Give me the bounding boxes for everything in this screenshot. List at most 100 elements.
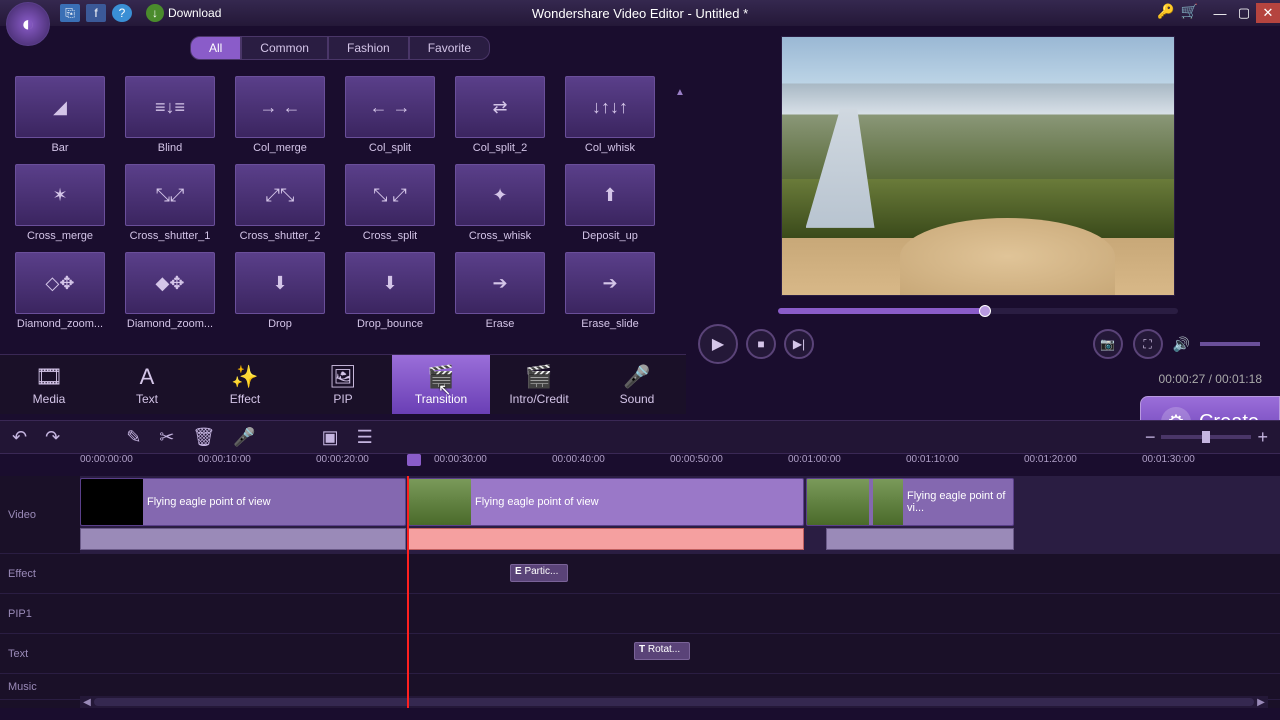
module-tab-media[interactable]: 🎞Media bbox=[0, 355, 98, 414]
transition-diamond-zoom-[interactable]: ◇✥Diamond_zoom... bbox=[10, 252, 110, 330]
track-effect-content[interactable]: E Partic... bbox=[80, 554, 1280, 593]
volume-slider[interactable] bbox=[1200, 342, 1260, 346]
clip-2-label: Flying eagle point of view bbox=[475, 496, 599, 508]
transition-label: Col_whisk bbox=[585, 142, 635, 154]
download-button[interactable]: ↓ Download bbox=[146, 4, 221, 22]
ruler-mark: 00:01:20:00 bbox=[1024, 454, 1142, 472]
undo-button[interactable]: ↶ bbox=[12, 427, 27, 448]
tab-fashion[interactable]: Fashion bbox=[328, 36, 409, 60]
zoom-slider[interactable] bbox=[1161, 435, 1251, 439]
transition-erase-slide[interactable]: ➔Erase_slide bbox=[560, 252, 660, 330]
play-button[interactable]: ▶ bbox=[698, 324, 738, 364]
transition-diamond-zoom-[interactable]: ◆✥Diamond_zoom... bbox=[120, 252, 220, 330]
transition-cross-split[interactable]: ⤡ ⤢Cross_split bbox=[340, 164, 440, 242]
transition-col-split-2[interactable]: ⇄Col_split_2 bbox=[450, 76, 550, 154]
audio-clip-2[interactable] bbox=[408, 528, 804, 550]
tab-common[interactable]: Common bbox=[241, 36, 328, 60]
video-clip-2[interactable]: Flying eagle point of view bbox=[408, 478, 804, 526]
window-title: Wondershare Video Editor - Untitled * bbox=[532, 6, 748, 21]
cut-button[interactable]: ✂ bbox=[159, 427, 174, 448]
snapshot-button[interactable]: 📷 bbox=[1093, 329, 1123, 359]
key-icon[interactable]: 🔑 bbox=[1157, 3, 1174, 23]
playhead-line[interactable] bbox=[407, 476, 409, 708]
help-icon[interactable]: ? bbox=[112, 4, 132, 22]
transition-bar[interactable]: ◢Bar bbox=[10, 76, 110, 154]
track-pip-content[interactable] bbox=[80, 594, 1280, 633]
transition-col-split[interactable]: ← →Col_split bbox=[340, 76, 440, 154]
transition-label: Erase bbox=[486, 318, 515, 330]
transition-col-merge[interactable]: → ←Col_merge bbox=[230, 76, 330, 154]
zoom-control: − + bbox=[1145, 427, 1268, 448]
close-button[interactable]: ✕ bbox=[1256, 3, 1280, 23]
step-forward-button[interactable]: ▶| bbox=[784, 329, 814, 359]
track-effect: Effect E Partic... bbox=[0, 554, 1280, 594]
module-tab-sound[interactable]: 🎤Sound bbox=[588, 355, 686, 414]
preview-controls: ▶ ■ ▶| 📷 ⛶ 🔊 bbox=[688, 324, 1268, 364]
clip-3-label: Flying eagle point of vi... bbox=[907, 490, 1013, 514]
track-video-content[interactable]: Flying eagle point of view Flying eagle … bbox=[80, 476, 1280, 553]
playhead-marker[interactable] bbox=[407, 454, 421, 466]
download-label: Download bbox=[168, 6, 221, 20]
edit-button[interactable]: ✎ bbox=[126, 427, 141, 448]
preview-progress[interactable] bbox=[778, 308, 1178, 314]
transition-label: Erase_slide bbox=[581, 318, 638, 330]
zoom-in-button[interactable]: + bbox=[1257, 427, 1268, 448]
transition-thumb: ↓↑↓↑ bbox=[565, 76, 655, 138]
transition-cross-whisk[interactable]: ✦Cross_whisk bbox=[450, 164, 550, 242]
scroll-right-icon[interactable]: ▶ bbox=[1254, 697, 1268, 708]
transition-col-whisk[interactable]: ↓↑↓↑ Col_whisk bbox=[560, 76, 660, 154]
transition-erase[interactable]: ➔Erase bbox=[450, 252, 550, 330]
text-clip[interactable]: T Rotat... bbox=[634, 642, 690, 660]
delete-button[interactable]: 🗑 bbox=[192, 427, 215, 448]
transition-cross-shutter-1[interactable]: ⤡⤢Cross_shutter_1 bbox=[120, 164, 220, 242]
module-tab-intro-credit[interactable]: 🎬Intro/Credit bbox=[490, 355, 588, 414]
transition-drop-bounce[interactable]: ⬇Drop_bounce bbox=[340, 252, 440, 330]
time-display: 00:00:27 / 00:01:18 bbox=[1159, 372, 1262, 386]
audio-clip-3[interactable] bbox=[826, 528, 1014, 550]
timeline-ruler[interactable]: 00:00:00:0000:00:10:0000:00:20:0000:00:3… bbox=[80, 454, 1260, 472]
app-logo: ◐ bbox=[6, 2, 50, 46]
voiceover-button[interactable]: 🎤 bbox=[233, 427, 255, 448]
crop-button[interactable]: ▣ bbox=[322, 427, 339, 448]
audio-clip-1[interactable] bbox=[80, 528, 406, 550]
explorer-icon[interactable]: ⎘ bbox=[60, 4, 80, 22]
module-tab-effect[interactable]: ✨Effect bbox=[196, 355, 294, 414]
module-tab-pip[interactable]: 🖼PIP bbox=[294, 355, 392, 414]
clip-thumb-black bbox=[81, 479, 143, 525]
effect-clip[interactable]: E Partic... bbox=[510, 564, 568, 582]
tab-all[interactable]: All bbox=[190, 36, 241, 60]
transition-label: Drop_bounce bbox=[357, 318, 423, 330]
track-text-content[interactable]: T Rotat... bbox=[80, 634, 1280, 673]
video-clip-3[interactable]: Flying eagle point of vi... bbox=[806, 478, 1014, 526]
ruler-mark: 00:01:10:00 bbox=[906, 454, 1024, 472]
settings-button[interactable]: ☰ bbox=[357, 427, 373, 448]
module-icon: 🎬 bbox=[427, 364, 454, 390]
transition-cross-shutter-2[interactable]: ⤢⤡Cross_shutter_2 bbox=[230, 164, 330, 242]
facebook-icon[interactable]: f bbox=[86, 4, 106, 22]
stop-button[interactable]: ■ bbox=[746, 329, 776, 359]
maximize-button[interactable]: ▢ bbox=[1232, 3, 1256, 23]
ruler-mark: 00:00:00:00 bbox=[80, 454, 198, 472]
zoom-out-button[interactable]: − bbox=[1145, 427, 1156, 448]
transition-deposit-up[interactable]: ⬆Deposit_up bbox=[560, 164, 660, 242]
ruler-mark: 00:00:40:00 bbox=[552, 454, 670, 472]
timeline-h-scrollbar[interactable]: ◀ ▶ bbox=[80, 696, 1268, 708]
minimize-button[interactable]: — bbox=[1208, 3, 1232, 23]
scroll-left-icon[interactable]: ◀ bbox=[80, 697, 94, 708]
cart-icon[interactable]: 🛒 bbox=[1181, 3, 1198, 23]
transition-drop[interactable]: ⬇Drop bbox=[230, 252, 330, 330]
transition-cross-merge[interactable]: ✶Cross_merge bbox=[10, 164, 110, 242]
transition-blind[interactable]: ≡↓≡Blind bbox=[120, 76, 220, 154]
volume-icon[interactable]: 🔊 bbox=[1173, 336, 1190, 353]
redo-button[interactable]: ↷ bbox=[45, 427, 60, 448]
preview-panel: ▶ ■ ▶| 📷 ⛶ 🔊 00:00:27 / 00:01:18 bbox=[688, 36, 1268, 364]
transition-thumb: → ← bbox=[235, 76, 325, 138]
tab-favorite[interactable]: Favorite bbox=[409, 36, 490, 60]
fullscreen-button[interactable]: ⛶ bbox=[1133, 329, 1163, 359]
module-label: Sound bbox=[620, 392, 655, 406]
clip-2-thumb bbox=[409, 479, 471, 525]
scroll-up-icon[interactable]: ▲ bbox=[674, 86, 686, 98]
video-clip-1[interactable]: Flying eagle point of view bbox=[80, 478, 406, 526]
module-tab-transition[interactable]: 🎬Transition bbox=[392, 355, 490, 414]
module-tab-text[interactable]: AText bbox=[98, 355, 196, 414]
